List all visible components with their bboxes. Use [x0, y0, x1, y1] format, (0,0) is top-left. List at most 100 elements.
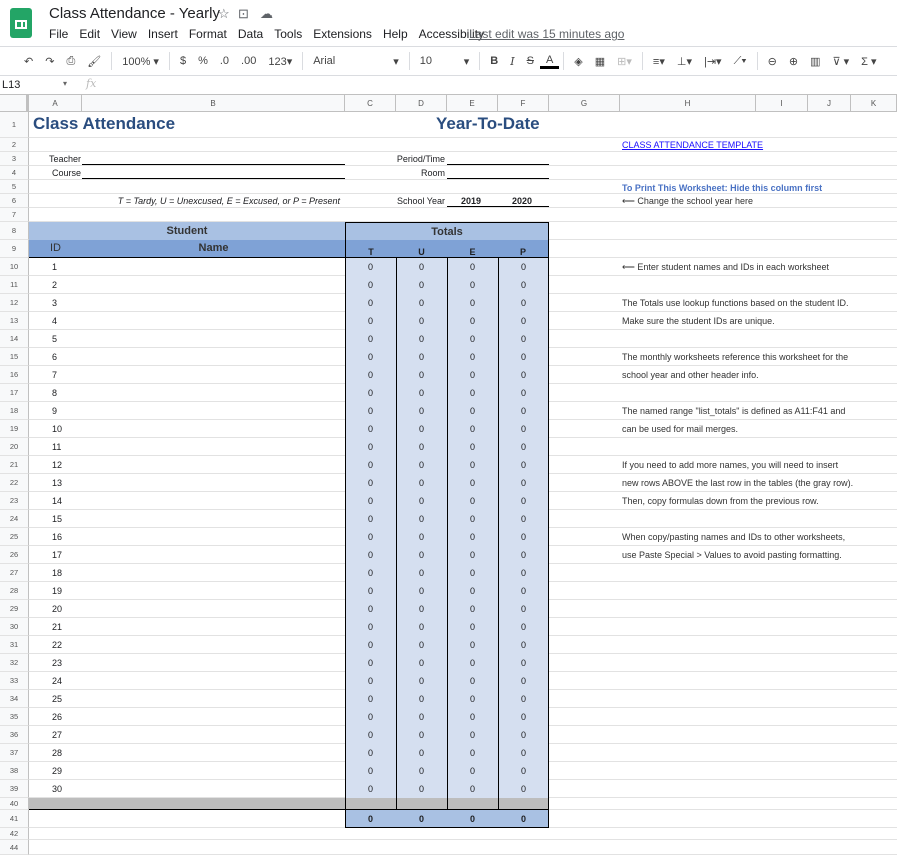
student-id[interactable]: 25: [52, 694, 62, 704]
row-header[interactable]: 22: [0, 474, 29, 492]
filter-icon[interactable]: ⊽ ▾: [827, 55, 856, 68]
student-id[interactable]: 1: [52, 262, 57, 272]
bold-button[interactable]: B: [484, 55, 504, 67]
student-id[interactable]: 19: [52, 586, 62, 596]
student-id[interactable]: 23: [52, 658, 62, 668]
chart-icon[interactable]: ▥: [804, 55, 826, 68]
column-header-d[interactable]: D: [396, 95, 447, 112]
functions-icon[interactable]: Σ ▾: [855, 55, 882, 68]
student-id[interactable]: 18: [52, 568, 62, 578]
row-header[interactable]: 40: [0, 798, 29, 810]
period-field[interactable]: [447, 164, 549, 165]
menu-file[interactable]: File: [49, 27, 68, 41]
student-name[interactable]: [82, 582, 345, 600]
menu-format[interactable]: Format: [189, 27, 227, 41]
row-header[interactable]: 14: [0, 330, 29, 348]
redo-icon[interactable]: ↷: [39, 55, 60, 68]
student-name[interactable]: [82, 726, 345, 744]
link-icon[interactable]: ⊖: [762, 55, 783, 68]
zoom-select[interactable]: 100% ▾: [116, 55, 165, 68]
text-rotation-icon[interactable]: ⟋▾: [728, 55, 753, 68]
student-name[interactable]: [82, 258, 345, 276]
merge-cells-icon[interactable]: ⊞▾: [611, 55, 638, 68]
student-name[interactable]: [82, 690, 345, 708]
student-id[interactable]: 13: [52, 478, 62, 488]
align-icon[interactable]: ≡▾: [647, 55, 671, 68]
student-id[interactable]: 4: [52, 316, 57, 326]
cloud-status-icon[interactable]: ☁: [260, 6, 273, 22]
currency-button[interactable]: $: [174, 55, 192, 67]
print-icon[interactable]: ⎙: [60, 55, 81, 68]
student-name[interactable]: [82, 510, 345, 528]
column-header-c[interactable]: C: [345, 95, 396, 112]
student-id[interactable]: 2: [52, 280, 57, 290]
row-header[interactable]: 1: [0, 112, 29, 138]
row-header[interactable]: 13: [0, 312, 29, 330]
student-id[interactable]: 24: [52, 676, 62, 686]
row-header[interactable]: 24: [0, 510, 29, 528]
borders-icon[interactable]: ▦: [589, 55, 611, 68]
comment-icon[interactable]: ⊕: [783, 55, 804, 68]
student-id[interactable]: 5: [52, 334, 57, 344]
student-id[interactable]: 12: [52, 460, 62, 470]
year-start[interactable]: 2019: [461, 196, 481, 206]
column-header-g[interactable]: G: [549, 95, 620, 112]
undo-icon[interactable]: ↶: [18, 55, 39, 68]
row-header[interactable]: 20: [0, 438, 29, 456]
menu-insert[interactable]: Insert: [148, 27, 178, 41]
student-id[interactable]: 16: [52, 532, 62, 542]
row-header[interactable]: 30: [0, 618, 29, 636]
row-header[interactable]: 19: [0, 420, 29, 438]
student-name[interactable]: [82, 744, 345, 762]
row-header[interactable]: 36: [0, 726, 29, 744]
row-header[interactable]: 37: [0, 744, 29, 762]
menu-extensions[interactable]: Extensions: [313, 27, 372, 41]
student-name[interactable]: [82, 456, 345, 474]
student-id[interactable]: 29: [52, 766, 62, 776]
student-name[interactable]: [82, 780, 345, 798]
formula-input[interactable]: [110, 78, 890, 92]
student-id[interactable]: 15: [52, 514, 62, 524]
student-name[interactable]: [82, 564, 345, 582]
row-header[interactable]: 21: [0, 456, 29, 474]
student-name[interactable]: [82, 402, 345, 420]
paint-format-icon[interactable]: 🖌: [81, 55, 107, 68]
row-header[interactable]: 17: [0, 384, 29, 402]
strikethrough-button[interactable]: S: [521, 55, 540, 67]
student-id[interactable]: 20: [52, 604, 62, 614]
student-id[interactable]: 26: [52, 712, 62, 722]
student-id[interactable]: 10: [52, 424, 62, 434]
font-select[interactable]: Arial: [307, 55, 387, 67]
teacher-field[interactable]: [82, 164, 345, 165]
student-name[interactable]: [82, 672, 345, 690]
student-id[interactable]: 11: [52, 442, 61, 452]
column-header-h[interactable]: H: [620, 95, 756, 112]
chevron-down-icon[interactable]: ▾: [387, 55, 405, 68]
student-name[interactable]: [82, 384, 345, 402]
column-header-j[interactable]: J: [808, 95, 851, 112]
course-field[interactable]: [82, 178, 345, 179]
text-color-button[interactable]: A: [539, 54, 560, 69]
row-header[interactable]: 8: [0, 222, 29, 240]
move-folder-icon[interactable]: ⊡: [238, 6, 249, 22]
row-header[interactable]: 7: [0, 208, 29, 222]
row-header[interactable]: 28: [0, 582, 29, 600]
row-header[interactable]: 4: [0, 166, 29, 180]
last-edit-link[interactable]: Last edit was 15 minutes ago: [469, 27, 624, 41]
document-title[interactable]: Class Attendance - Yearly: [49, 5, 220, 22]
row-header[interactable]: 39: [0, 780, 29, 798]
student-name[interactable]: [82, 420, 345, 438]
menu-help[interactable]: Help: [383, 27, 408, 41]
year-end[interactable]: 2020: [512, 196, 532, 206]
student-name[interactable]: [82, 654, 345, 672]
student-name[interactable]: [82, 546, 345, 564]
student-name[interactable]: [82, 708, 345, 726]
row-header[interactable]: 31: [0, 636, 29, 654]
row-header[interactable]: 9: [0, 240, 29, 258]
room-field[interactable]: [447, 178, 549, 179]
student-name[interactable]: [82, 528, 345, 546]
row-header[interactable]: 25: [0, 528, 29, 546]
row-header[interactable]: 29: [0, 600, 29, 618]
row-header[interactable]: 6: [0, 194, 29, 208]
row-header[interactable]: 15: [0, 348, 29, 366]
